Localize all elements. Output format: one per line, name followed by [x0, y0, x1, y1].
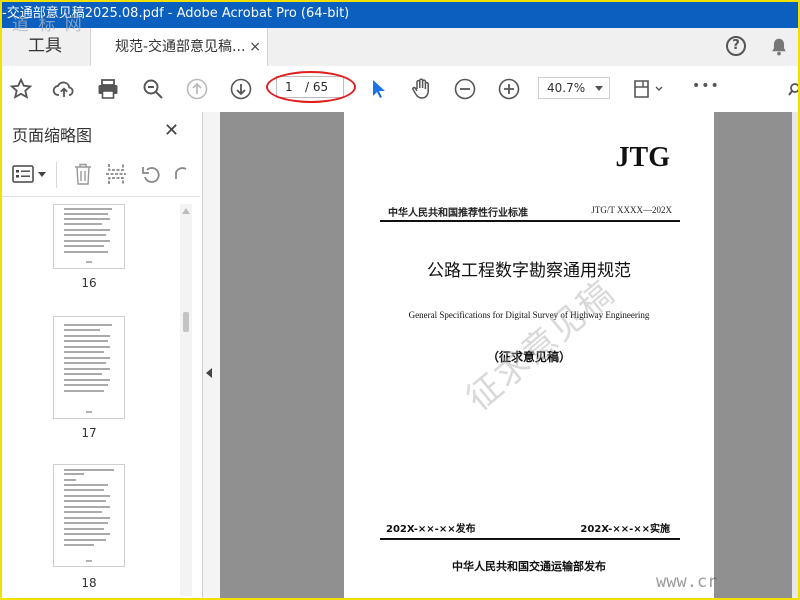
panel-splitter[interactable] — [203, 112, 221, 600]
scrollbar-thumb[interactable] — [183, 312, 189, 332]
issue-date: 202X-××-××发布 — [386, 524, 476, 535]
page-thumbnail[interactable] — [53, 204, 125, 269]
star-icon[interactable] — [9, 77, 33, 101]
chevron-down-icon — [595, 86, 603, 91]
zoom-out-icon[interactable] — [453, 77, 477, 101]
thumbnail-page-content — [64, 469, 114, 562]
document-scrollbar[interactable] — [792, 112, 798, 598]
draft-stamp-watermark: 征求意见稿 — [459, 272, 623, 419]
tab-row: 工具 规范-交通部意见稿... × ? — [0, 28, 800, 67]
help-icon[interactable]: ? — [726, 36, 746, 56]
page-thumbnail[interactable] — [53, 316, 125, 419]
current-page-input[interactable]: 1 — [285, 77, 293, 97]
thumbnail-page-content — [64, 208, 112, 263]
cloud-upload-icon[interactable] — [52, 77, 76, 101]
total-pages-label: / 65 — [305, 80, 329, 94]
collapse-panel-icon[interactable] — [206, 368, 212, 378]
tab-document[interactable]: 规范-交通部意见稿... × — [90, 28, 268, 67]
page-thumbnail[interactable] — [53, 464, 125, 567]
page-number-field[interactable]: 1 / 65 — [276, 76, 344, 98]
header-rule — [380, 220, 680, 222]
thumbnail-label: 17 — [81, 426, 97, 440]
window-title-bar: -交通部意见稿2025.08.pdf - Adobe Acrobat Pro (… — [0, 0, 800, 28]
thumbnail-page-content — [64, 324, 112, 413]
page-thumbnails-panel: 页面缩略图 ✕ 16 17 18 — [0, 112, 203, 600]
toolbar-divider — [56, 162, 57, 188]
previous-page-icon[interactable] — [185, 77, 209, 101]
thumbnail-label: 18 — [81, 576, 97, 590]
site-watermark-bottom: www.cr — [656, 572, 718, 592]
pdf-page[interactable]: JTG 中华人民共和国推荐性行业标准 JTG/T XXXX—202X 公路工程数… — [344, 112, 714, 600]
thumbnail-options-icon[interactable] — [12, 164, 34, 184]
chevron-down-icon[interactable] — [38, 172, 46, 178]
hand-tool-icon[interactable] — [409, 77, 433, 101]
document-header-left: 中华人民共和国推荐性行业标准 — [388, 208, 528, 219]
zoom-search-icon[interactable] — [141, 77, 165, 101]
footer-rule — [380, 538, 680, 540]
document-header-right: JTG/T XXXX—202X — [591, 205, 672, 215]
thumbnail-scrollbar[interactable] — [180, 204, 192, 596]
select-cursor-icon[interactable] — [366, 77, 390, 101]
effective-date: 202X-××-××实施 — [580, 524, 670, 535]
panel-toolbar — [0, 156, 200, 197]
tab-close-icon[interactable]: × — [249, 28, 261, 66]
document-logo: JTG — [615, 142, 670, 173]
more-tools-icon[interactable]: ••• — [692, 78, 720, 94]
rotate-right-icon[interactable] — [172, 164, 188, 186]
site-watermark-top: 道 标 网 — [12, 15, 84, 35]
rotate-left-icon[interactable] — [140, 164, 162, 186]
insert-page-icon[interactable] — [104, 162, 128, 186]
tab-document-label: 规范-交通部意见稿... — [115, 39, 246, 55]
panel-close-icon[interactable]: ✕ — [164, 120, 179, 141]
next-page-icon[interactable] — [229, 77, 253, 101]
search-icon[interactable] — [788, 82, 800, 96]
scroll-up-icon[interactable] — [182, 208, 190, 214]
panel-title: 页面缩略图 — [12, 126, 93, 145]
page-fit-icon[interactable] — [632, 77, 664, 101]
main-toolbar: ••• — [0, 66, 800, 113]
zoom-level-value: 40.7% — [547, 81, 586, 95]
trash-icon[interactable] — [72, 162, 94, 186]
zoom-in-icon[interactable] — [497, 77, 521, 101]
document-title: 公路工程数字勘察通用规范 — [427, 261, 631, 281]
thumbnail-label: 16 — [81, 276, 97, 290]
bell-icon[interactable] — [768, 36, 790, 58]
zoom-level-select[interactable]: 40.7% — [538, 77, 610, 99]
print-icon[interactable] — [96, 77, 120, 101]
